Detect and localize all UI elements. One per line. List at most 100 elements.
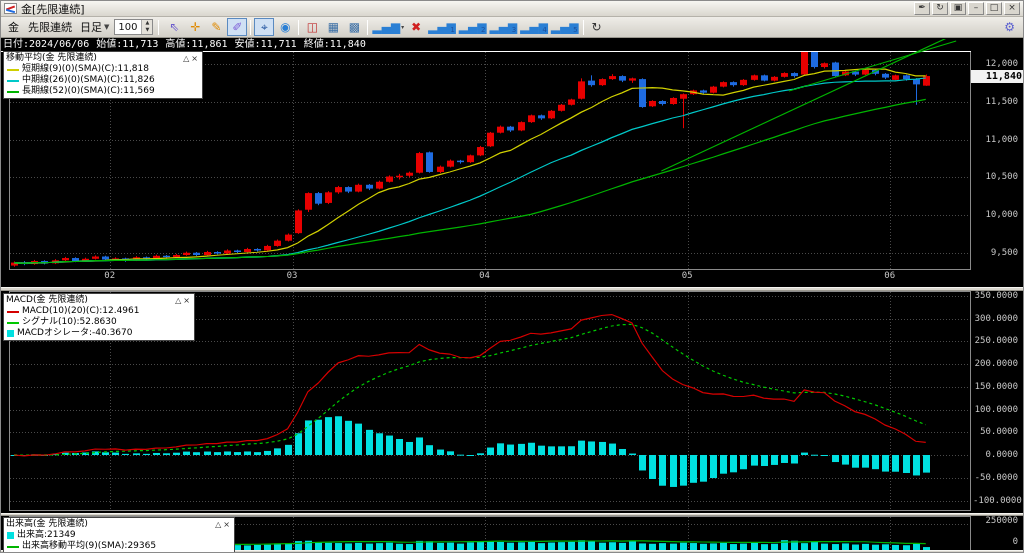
new-window-icon[interactable]: ▣ <box>950 2 966 15</box>
macd-axis-label: 300.0000 <box>973 314 1021 324</box>
sma-mid-swatch <box>7 80 19 82</box>
select-cursor-icon[interactable]: ⇖ <box>164 18 184 36</box>
legend-collapse-button[interactable]: △ <box>214 519 222 530</box>
macd-axis-label: 150.0000 <box>973 382 1021 392</box>
macd-signal-swatch <box>7 322 19 324</box>
info-field-安値: 安値:11,711 <box>235 39 297 50</box>
price-axis-label: 10,000 <box>973 210 1021 220</box>
macd-osc-swatch <box>7 330 14 337</box>
macd-line-swatch <box>7 311 19 313</box>
indicator-1-icon[interactable]: ▂▄▆1 <box>427 18 457 36</box>
legend-close-button[interactable]: × <box>190 53 199 64</box>
chart-type-icon[interactable]: ▂▄▆▾ <box>371 18 405 36</box>
settings-wrench-icon[interactable]: ⚙ <box>1004 20 1019 34</box>
legend-close-button[interactable]: × <box>222 519 231 530</box>
month-axis-label: 06 <box>884 271 895 281</box>
sma-short-label: 短期線(9)(0)(SMA)(C):11,818 <box>22 64 149 75</box>
sma-short-swatch <box>7 69 19 71</box>
macd-legend: MACD(金 先限連続) △ × MACD(10)(20)(C):12.4961… <box>3 293 195 341</box>
volume-ma-swatch <box>7 546 19 548</box>
macd-axis-label: 0.0000 <box>973 450 1021 460</box>
grid-dense-icon[interactable]: ▩ <box>344 18 364 36</box>
macd-osc-label: MACDオシレータ:-40.3670 <box>17 328 132 339</box>
macd-legend-title: MACD(金 先限連続) <box>6 295 174 306</box>
legend-close-button[interactable]: × <box>182 295 191 306</box>
clear-indicator-icon[interactable]: ✖ <box>406 18 426 36</box>
pin-icon[interactable]: ✒ <box>914 2 930 15</box>
sma-long-swatch <box>7 91 19 93</box>
info-field-高値: 高値:11,861 <box>165 39 227 50</box>
toolbar-separator <box>367 20 368 35</box>
macd-axis-label: -100.0000 <box>973 496 1021 506</box>
legend-collapse-button[interactable]: △ <box>182 53 190 64</box>
volume-axis-label: 250000 <box>973 516 1021 526</box>
price-axis-label: 9,500 <box>973 248 1021 258</box>
volume-axis-label: 0 <box>973 537 1021 547</box>
price-axis-label: 11,000 <box>973 135 1021 145</box>
indicator-2-icon[interactable]: ▂▄▆2 <box>458 18 488 36</box>
indicator-5-icon[interactable]: ▂▄▆5 <box>550 18 580 36</box>
sma-long-label: 長期線(52)(0)(SMA)(C):11,569 <box>22 86 155 97</box>
ma-legend: 移動平均(金 先限連続) △ × 短期線(9)(0)(SMA)(C):11,81… <box>3 51 203 99</box>
app-icon <box>4 3 17 14</box>
sma-mid-label: 中期線(26)(0)(SMA)(C):11,826 <box>22 75 155 86</box>
info-field-始値: 始値:11,713 <box>96 39 158 50</box>
spin-up-icon[interactable]: ▲ <box>142 20 152 27</box>
volume-legend-title: 出来高(金 先限連続) <box>6 519 214 530</box>
instrument-label[interactable]: 金 <box>5 19 22 35</box>
toolbar: 金 先限連続 日足 ▼ 100 ▲ ▼ ⇖✛✎✐⌖◉◫▦▩▂▄▆▾✖▂▄▆1▂▄… <box>1 17 1023 38</box>
marker-pen-icon[interactable]: ✐ <box>227 18 247 36</box>
reload-icon[interactable]: ↻ <box>587 18 607 36</box>
ohlc-info-bar: 日付:2024/06/06 始値:11,713 高値:11,861 安値:11,711… <box>1 39 971 51</box>
refresh-window-icon[interactable]: ↻ <box>932 2 948 15</box>
price-axis-label: 12,000 <box>973 59 1021 69</box>
macd-line-label: MACD(10)(20)(C):12.4961 <box>22 306 139 317</box>
macd-axis-label: 250.0000 <box>973 336 1021 346</box>
last-price-box: 11,840 <box>971 70 1024 83</box>
month-axis-label: 02 <box>104 271 115 281</box>
month-axis-label: 04 <box>479 271 490 281</box>
maximize-button[interactable]: □ <box>986 2 1002 15</box>
series-label[interactable]: 先限連続 <box>25 19 75 35</box>
volume-swatch <box>7 532 14 539</box>
indicator-3-icon[interactable]: ▂▄▆3 <box>488 18 518 36</box>
window-title: 金[先限連続] <box>21 1 85 17</box>
indicator-4-icon[interactable]: ▂▄▆4 <box>519 18 549 36</box>
macd-signal-label: シグナル(10):52.8630 <box>22 317 117 328</box>
volume-label: 出来高:21349 <box>17 530 76 541</box>
info-field-終値: 終値:11,840 <box>304 39 366 50</box>
volume-ma-label: 出来高移動平均(9)(SMA):29365 <box>22 541 156 552</box>
toolbar-separator <box>583 20 584 35</box>
new-chart-window-icon[interactable]: ◫ <box>302 18 322 36</box>
macd-axis-label: -50.0000 <box>973 473 1021 483</box>
bar-count-value: 100 <box>115 22 141 33</box>
timeframe-dropdown[interactable]: 日足 ▼ <box>78 19 111 35</box>
macd-axis-label: 100.0000 <box>973 405 1021 415</box>
info-field-日付: 日付:2024/06/06 <box>3 39 89 50</box>
toolbar-separator <box>158 20 159 35</box>
bar-count-stepper[interactable]: 100 ▲ ▼ <box>114 19 153 35</box>
pan-hand-icon[interactable]: ✛ <box>185 18 205 36</box>
grid-lines-icon[interactable]: ▦ <box>323 18 343 36</box>
chart-window: 金[先限連続] ✒↻▣–□× 金 先限連続 日足 ▼ 100 ▲ ▼ ⇖✛✎✐⌖… <box>0 0 1024 553</box>
month-axis-label: 03 <box>287 271 298 281</box>
toolbar-separator <box>298 20 299 35</box>
jump-latest-icon[interactable]: ◉ <box>275 18 295 36</box>
pencil-icon[interactable]: ✎ <box>206 18 226 36</box>
price-axis-label: 11,500 <box>973 97 1021 107</box>
title-bar[interactable]: 金[先限連続] ✒↻▣–□× <box>1 1 1023 17</box>
toolbar-separator <box>250 20 251 35</box>
spin-down-icon[interactable]: ▼ <box>142 27 152 34</box>
ma-legend-title: 移動平均(金 先限連続) <box>6 53 182 64</box>
month-axis-label: 05 <box>682 271 693 281</box>
macd-axis-label: 50.0000 <box>973 427 1021 437</box>
legend-collapse-button[interactable]: △ <box>174 295 182 306</box>
price-axis-label: 10,500 <box>973 172 1021 182</box>
close-button[interactable]: × <box>1004 2 1020 15</box>
volume-legend: 出来高(金 先限連続) △ × 出来高:21349 出来高移動平均(9)(SMA… <box>3 517 235 553</box>
macd-axis-label: 200.0000 <box>973 359 1021 369</box>
macd-axis-label: 350.0000 <box>973 291 1021 301</box>
chevron-down-icon: ▼ <box>104 23 109 31</box>
minimize-button[interactable]: – <box>968 2 984 15</box>
crosshair-chart-icon[interactable]: ⌖ <box>254 18 274 36</box>
